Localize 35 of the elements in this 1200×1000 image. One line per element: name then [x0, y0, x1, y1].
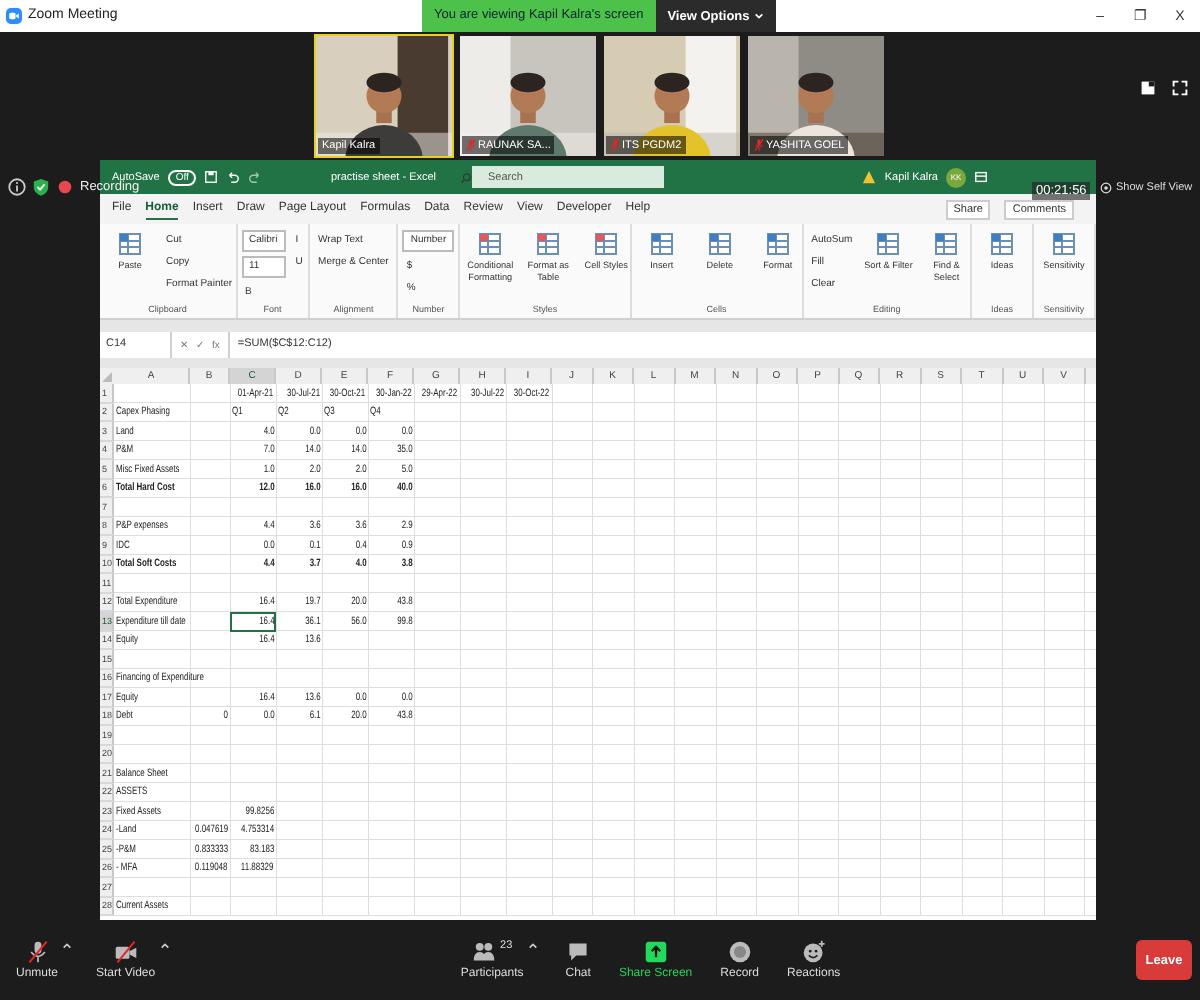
ribbon-display-icon[interactable]	[974, 170, 988, 184]
camera-off-icon	[113, 940, 138, 964]
eye-icon	[1100, 182, 1112, 194]
search-icon	[460, 171, 473, 183]
redo-icon[interactable]	[248, 170, 263, 184]
sheet-icon	[594, 232, 619, 256]
caret-icon[interactable]	[62, 942, 73, 950]
caret-icon[interactable]	[527, 942, 538, 950]
shield-icon[interactable]	[32, 178, 50, 196]
chat-icon	[566, 940, 591, 964]
sheet-icon	[649, 232, 674, 256]
sheet-icon	[990, 232, 1015, 256]
caret-icon	[753, 12, 764, 20]
share-screen-icon	[643, 940, 668, 964]
save-icon[interactable]	[204, 170, 219, 184]
sheet-icon	[1052, 232, 1077, 256]
fullscreen-icon[interactable]	[1172, 80, 1188, 96]
sheet-icon	[118, 232, 142, 256]
zoom-logo-icon	[6, 8, 22, 24]
sheet-icon	[707, 232, 732, 256]
info-icon[interactable]	[8, 178, 26, 196]
undo-icon[interactable]	[226, 170, 241, 184]
sheet-icon	[876, 232, 901, 256]
record-dot-icon	[56, 178, 74, 196]
record-icon	[727, 940, 752, 964]
muted-mic-icon	[25, 940, 49, 964]
smiley-icon	[801, 940, 826, 964]
sheet-icon	[934, 232, 959, 256]
sheet-icon	[478, 232, 503, 256]
participants-icon	[472, 940, 497, 964]
sheet-icon	[765, 232, 790, 256]
warning-icon[interactable]	[862, 170, 877, 184]
layout-icon[interactable]	[1140, 80, 1156, 96]
caret-icon[interactable]	[159, 942, 170, 950]
sheet-icon	[536, 232, 561, 256]
